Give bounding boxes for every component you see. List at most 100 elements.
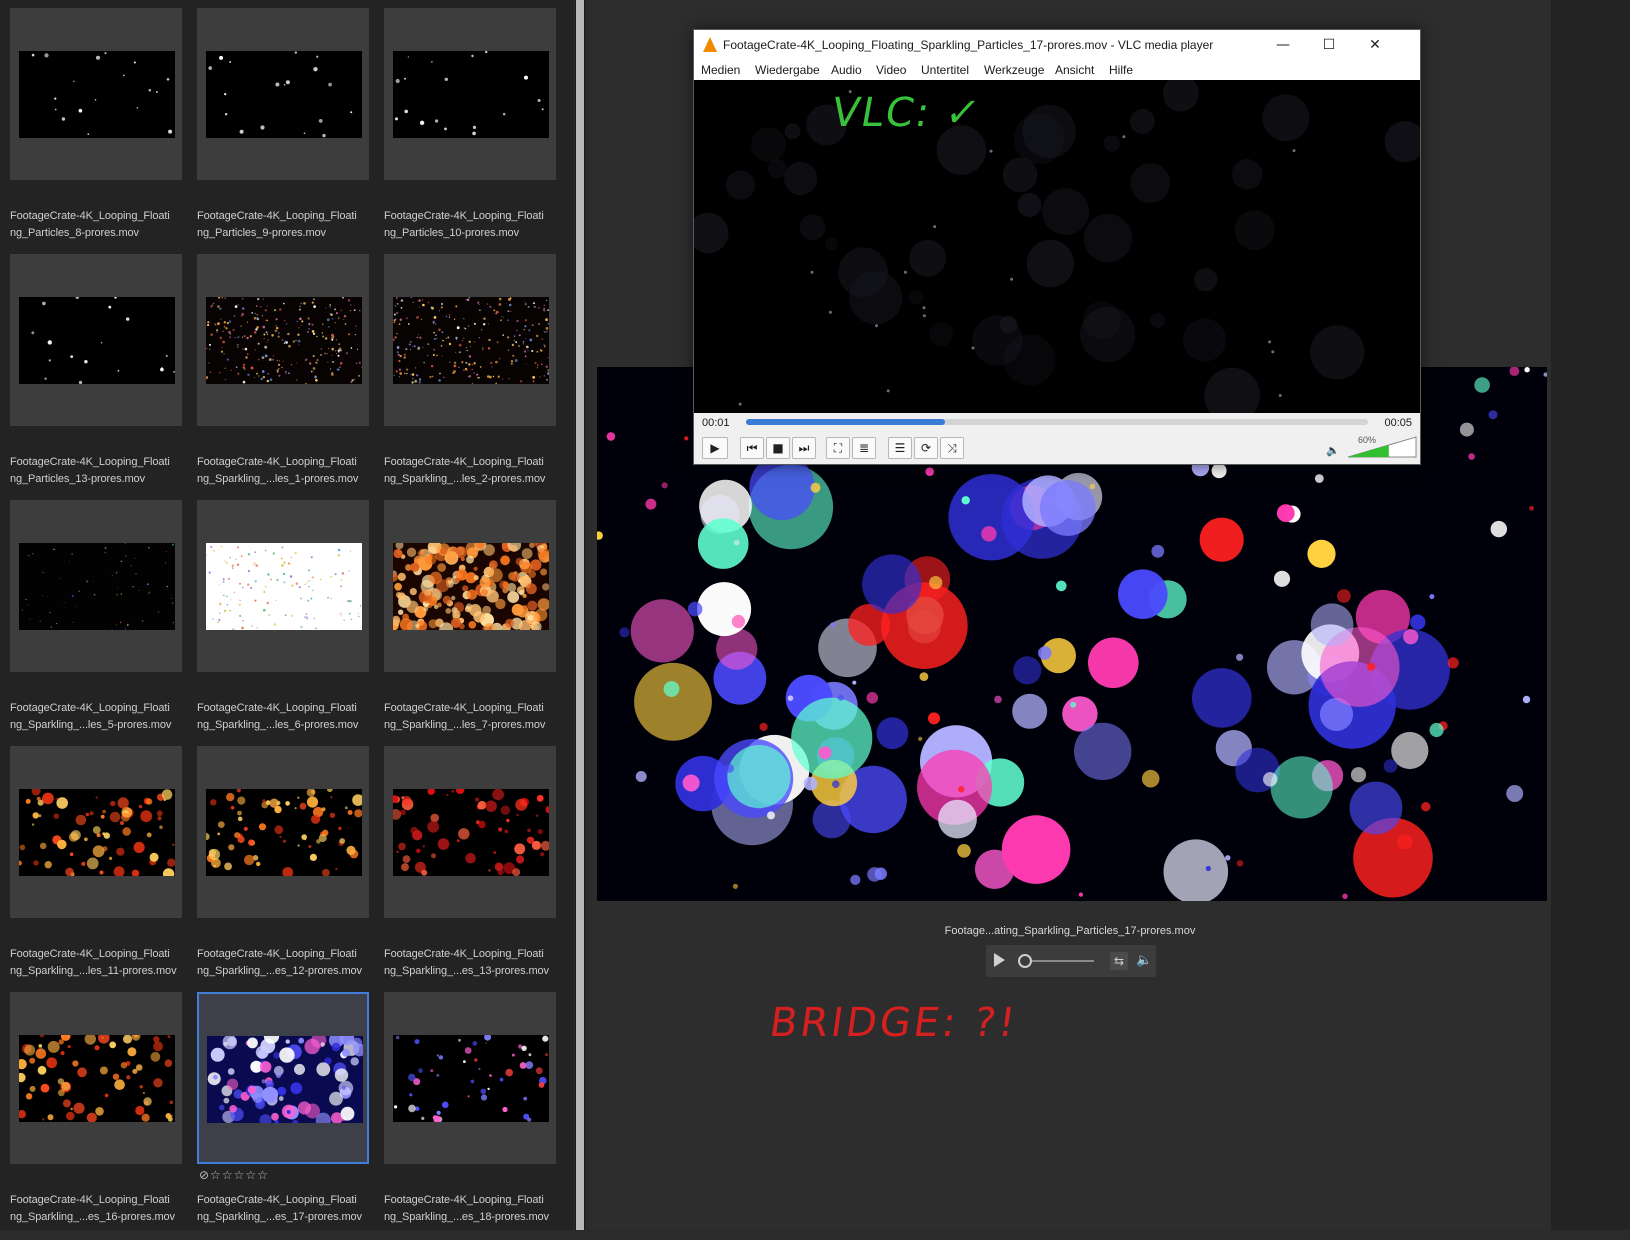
thumbnail-image: [393, 543, 549, 630]
fullscreen-icon[interactable]: ⛶: [826, 437, 850, 459]
menu-audio[interactable]: Audio: [831, 63, 862, 77]
thumbnail-caption: FootageCrate-4K_Looping_Floati ng_Sparkl…: [197, 456, 359, 485]
thumbnail-card[interactable]: [384, 992, 556, 1164]
loop-icon[interactable]: ⟳: [914, 437, 938, 459]
play-icon[interactable]: ▶: [702, 437, 728, 459]
scrub-handle[interactable]: [1018, 954, 1032, 968]
vlc-window-title: FootageCrate-4K_Looping_Floating_Sparkli…: [723, 38, 1214, 52]
volume-control[interactable]: 🔈 60%: [1326, 435, 1417, 461]
thumbnail-caption: FootageCrate-4K_Looping_Floati ng_Sparkl…: [384, 702, 546, 731]
previous-icon[interactable]: ⏮: [740, 437, 764, 459]
rating-stars[interactable]: ⊘☆☆☆☆☆: [199, 1168, 269, 1182]
thumbnail-item[interactable]: FootageCrate-4K_Looping_Floati ng_Partic…: [197, 8, 371, 256]
thumbnail-image: [19, 51, 175, 138]
vlc-titlebar[interactable]: FootageCrate-4K_Looping_Floating_Sparkli…: [694, 30, 1420, 60]
preview-playback-controls: ⇆ 🔈: [986, 945, 1156, 977]
shuffle-icon[interactable]: ⤨: [940, 437, 964, 459]
speaker-icon[interactable]: 🔈: [1326, 444, 1340, 457]
vlc-annotation: VLC: ✓: [827, 90, 986, 136]
play-icon[interactable]: [994, 953, 1005, 967]
playlist-icon[interactable]: ☰: [888, 437, 912, 459]
thumbnail-item[interactable]: FootageCrate-4K_Looping_Floati ng_Sparkl…: [197, 500, 371, 748]
seek-bar-fill: [746, 419, 946, 425]
menu-hilfe[interactable]: Hilfe: [1109, 63, 1133, 77]
thumbnail-card[interactable]: [10, 500, 182, 672]
thumbnail-item[interactable]: FootageCrate-4K_Looping_Floati ng_Sparkl…: [197, 746, 371, 994]
thumbnail-card[interactable]: [384, 8, 556, 180]
thumbnail-item[interactable]: FootageCrate-4K_Looping_Floati ng_Sparkl…: [384, 992, 558, 1240]
thumbnail-image: [19, 1035, 175, 1122]
thumbnail-card[interactable]: [384, 500, 556, 672]
thumbnail-image: [19, 297, 175, 384]
thumbnail-image: [393, 297, 549, 384]
maximize-button[interactable]: ☐: [1306, 30, 1352, 60]
next-icon[interactable]: ⏭: [792, 437, 816, 459]
thumbnail-card[interactable]: [10, 746, 182, 918]
thumbnail-image: [393, 51, 549, 138]
thumbnail-card[interactable]: [197, 8, 369, 180]
menu-video[interactable]: Video: [876, 63, 906, 77]
thumbnail-card[interactable]: [197, 746, 369, 918]
menu-untertitel[interactable]: Untertitel: [921, 63, 969, 77]
vlc-seek-row: 00:01 00:05: [694, 413, 1420, 431]
menu-wiedergabe[interactable]: Wiedergabe: [755, 63, 820, 77]
thumbnail-item[interactable]: FootageCrate-4K_Looping_Floati ng_Sparkl…: [10, 500, 184, 748]
thumbnail-item[interactable]: FootageCrate-4K_Looping_Floati ng_Sparkl…: [384, 500, 558, 748]
speaker-icon[interactable]: 🔈: [1136, 953, 1152, 968]
bridge-annotation: BRIDGE: ?!: [766, 1000, 1021, 1046]
thumbnail-caption: FootageCrate-4K_Looping_Floati ng_Sparkl…: [384, 1194, 549, 1223]
thumbnail-item[interactable]: FootageCrate-4K_Looping_Floati ng_Partic…: [10, 8, 184, 256]
thumbnail-card[interactable]: [10, 254, 182, 426]
thumbnail-caption: FootageCrate-4K_Looping_Floati ng_Sparkl…: [197, 948, 362, 977]
minimize-button[interactable]: —: [1260, 30, 1306, 60]
thumbnail-card[interactable]: [197, 254, 369, 426]
thumbnail-caption: FootageCrate-4K_Looping_Floati ng_Sparkl…: [10, 702, 172, 731]
thumbnail-item[interactable]: FootageCrate-4K_Looping_Floati ng_Sparkl…: [384, 746, 558, 994]
thumbnail-item[interactable]: FootageCrate-4K_Looping_Floati ng_Sparkl…: [10, 746, 184, 994]
thumbnail-image: [19, 789, 175, 876]
menu-ansicht[interactable]: Ansicht: [1055, 63, 1094, 77]
thumbnail-card[interactable]: [384, 746, 556, 918]
vlc-controls: ▶ ⏮ ■ ⏭ ⛶ ≣ ☰ ⟳ ⤨ 🔈 60%: [694, 431, 1420, 464]
loop-icon[interactable]: ⇆: [1110, 952, 1128, 970]
extended-settings-icon[interactable]: ≣: [852, 437, 876, 459]
thumbnail-image: [393, 1035, 549, 1122]
right-gutter: [1551, 0, 1630, 1230]
thumbnail-caption: FootageCrate-4K_Looping_Floati ng_Partic…: [384, 210, 544, 239]
thumbnail-caption: FootageCrate-4K_Looping_Floati ng_Sparkl…: [10, 1194, 175, 1223]
thumbnail-card[interactable]: [197, 992, 369, 1164]
thumbnail-item[interactable]: FootageCrate-4K_Looping_Floati ng_Partic…: [384, 8, 558, 256]
thumbnail-card[interactable]: [10, 8, 182, 180]
thumbnail-caption: FootageCrate-4K_Looping_Floati ng_Partic…: [10, 456, 170, 485]
thumbnail-item[interactable]: FootageCrate-4K_Looping_Floati ng_Partic…: [10, 254, 184, 502]
thumbnail-caption: FootageCrate-4K_Looping_Floati ng_Partic…: [197, 210, 357, 239]
preview-filename: Footage...ating_Sparkling_Particles_17-p…: [944, 925, 1196, 937]
thumbnail-item[interactable]: FootageCrate-4K_Looping_Floati ng_Sparkl…: [197, 254, 371, 502]
thumbnail-image: [19, 543, 175, 630]
vlc-menubar: Medien Wiedergabe Audio Video Untertitel…: [694, 60, 1420, 80]
thumbnail-item[interactable]: ⊘☆☆☆☆☆ FootageCrate-4K_Looping_Floati ng_…: [197, 992, 371, 1240]
thumbnail-caption: FootageCrate-4K_Looping_Floati ng_Partic…: [10, 210, 170, 239]
time-total: 00:05: [1384, 417, 1412, 429]
stop-icon[interactable]: ■: [766, 437, 790, 459]
time-elapsed: 00:01: [702, 417, 730, 429]
menu-medien[interactable]: Medien: [701, 63, 740, 77]
thumbnail-image: [206, 51, 362, 138]
thumbnail-image: [206, 543, 362, 630]
menu-werkzeuge[interactable]: Werkzeuge: [984, 63, 1044, 77]
thumbnail-caption: FootageCrate-4K_Looping_Floati ng_Sparkl…: [10, 948, 177, 977]
thumbnail-item[interactable]: FootageCrate-4K_Looping_Floati ng_Sparkl…: [10, 992, 184, 1240]
scrub-track[interactable]: [1032, 960, 1094, 962]
thumbnail-caption: FootageCrate-4K_Looping_Floati ng_Sparkl…: [197, 1194, 362, 1223]
close-button[interactable]: ✕: [1352, 30, 1398, 60]
thumbnail-image: [207, 1036, 363, 1123]
thumbnail-card[interactable]: [384, 254, 556, 426]
thumbnail-item[interactable]: FootageCrate-4K_Looping_Floati ng_Sparkl…: [384, 254, 558, 502]
thumbnail-caption: FootageCrate-4K_Looping_Floati ng_Sparkl…: [384, 456, 546, 485]
thumbnail-caption: FootageCrate-4K_Looping_Floati ng_Sparkl…: [384, 948, 549, 977]
thumbnail-card[interactable]: [197, 500, 369, 672]
thumbnail-card[interactable]: [10, 992, 182, 1164]
vlc-video-area[interactable]: VLC: ✓: [694, 80, 1420, 413]
grid-scrollbar-thumb[interactable]: [576, 0, 584, 1230]
vlc-window: FootageCrate-4K_Looping_Floating_Sparkli…: [693, 29, 1421, 465]
